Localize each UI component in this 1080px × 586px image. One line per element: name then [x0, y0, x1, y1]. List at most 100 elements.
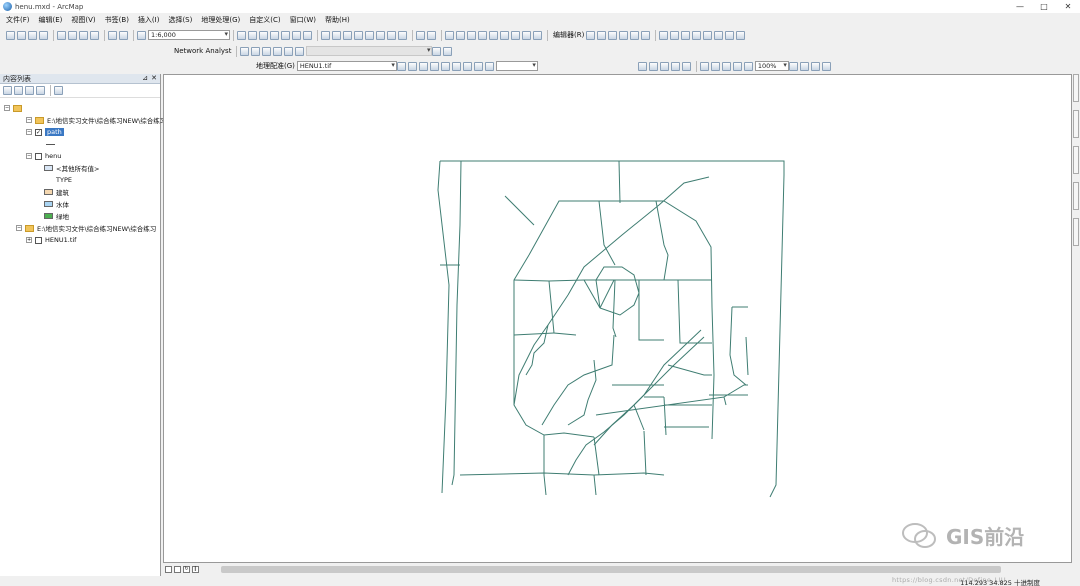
na-create-location-icon[interactable] [251, 46, 261, 56]
straight-segment-icon[interactable] [608, 30, 618, 40]
tool-c-icon[interactable] [659, 61, 669, 71]
measure-icon[interactable] [489, 30, 498, 40]
maximize-button[interactable]: □ [1032, 0, 1056, 13]
tool-a-icon[interactable] [637, 61, 647, 71]
create-features-dock-tab[interactable] [1073, 218, 1079, 246]
menu-windows[interactable]: 窗口(W) [290, 15, 316, 25]
list-by-visibility-icon[interactable] [25, 86, 34, 95]
layout-fixed-in-icon[interactable] [743, 61, 753, 71]
clear-selection-icon[interactable] [427, 30, 436, 40]
menu-view[interactable]: 视图(V) [71, 15, 95, 25]
layer-visibility-checkbox[interactable] [35, 152, 42, 160]
toc-root-row[interactable]: − [4, 103, 25, 113]
toc-folder-row-1[interactable]: − E:\地信实习文件\综合练习NEW\综合练习 [26, 115, 166, 125]
cut-polygons-icon[interactable] [681, 30, 691, 40]
line-symbol[interactable] [46, 143, 55, 145]
toolbox-dock-tab[interactable] [1073, 146, 1079, 174]
search-window-icon[interactable] [270, 30, 279, 40]
menu-edit[interactable]: 编辑(E) [39, 15, 63, 25]
toc-window-icon[interactable] [248, 30, 257, 40]
open-icon[interactable] [17, 30, 26, 40]
layout-view-icon[interactable] [174, 566, 181, 573]
menu-help[interactable]: 帮助(H) [325, 15, 350, 25]
fixed-zoom-out-icon[interactable] [376, 30, 385, 40]
na-build-icon[interactable] [295, 46, 305, 56]
full-extent-icon[interactable] [354, 30, 363, 40]
focus-frame-icon[interactable] [799, 61, 809, 71]
edit-vertices-icon[interactable] [659, 30, 669, 40]
na-properties-icon[interactable] [443, 46, 453, 56]
paste-icon[interactable] [79, 30, 88, 40]
attributes-icon[interactable] [714, 30, 724, 40]
redo-icon[interactable] [119, 30, 128, 40]
editor-toolbar-icon[interactable] [237, 30, 246, 40]
map-view[interactable] [163, 74, 1072, 563]
toc-layer-path[interactable]: − ✓ path [26, 127, 64, 137]
route-icon[interactable] [511, 30, 520, 40]
results-dock-tab[interactable] [1073, 182, 1079, 210]
auto-registration-icon[interactable] [484, 61, 494, 71]
zoom-to-link-icon[interactable] [440, 61, 450, 71]
modelbuilder-icon[interactable] [303, 30, 312, 40]
close-icon[interactable]: ✕ [151, 74, 157, 82]
split-icon[interactable] [692, 30, 702, 40]
add-control-points-icon[interactable] [418, 61, 428, 71]
layout-zoom-combo[interactable]: 100% [754, 61, 789, 71]
undo-icon[interactable] [108, 30, 117, 40]
toggle-draft-icon[interactable] [788, 61, 798, 71]
expand-icon[interactable]: + [26, 237, 32, 243]
viewer-window-icon[interactable] [533, 30, 542, 40]
layout-zoom-out-icon[interactable] [710, 61, 720, 71]
green-swatch[interactable] [44, 213, 53, 219]
find-icon[interactable] [500, 30, 509, 40]
water-swatch[interactable] [44, 201, 53, 207]
toc-options-icon[interactable] [54, 86, 63, 95]
layer-label-path[interactable]: path [45, 128, 64, 136]
delete-icon[interactable] [90, 30, 99, 40]
link-table-icon[interactable] [462, 61, 472, 71]
trace-icon[interactable] [630, 30, 640, 40]
map-scale-combo[interactable]: 1:6,000 [148, 30, 230, 40]
copy-icon[interactable] [68, 30, 77, 40]
select-link-icon[interactable] [429, 61, 439, 71]
list-by-selection-icon[interactable] [36, 86, 45, 95]
toc-folder-row-2[interactable]: − E:\地信实习文件\综合练习NEW\综合练习 [16, 223, 156, 233]
fixed-zoom-in-icon[interactable] [365, 30, 374, 40]
catalog-dock-tab[interactable] [1073, 74, 1079, 102]
na-directions-icon[interactable] [284, 46, 294, 56]
network-analyst-menu[interactable]: Network Analyst [174, 47, 231, 55]
toc-layer-henu1[interactable]: + HENU1.tif [26, 235, 76, 245]
list-by-source-icon[interactable] [14, 86, 23, 95]
editor-menu-label[interactable]: 编辑器(R) [553, 30, 584, 40]
add-data-icon[interactable] [137, 30, 146, 40]
arctoolbox-icon[interactable] [281, 30, 290, 40]
save-icon[interactable] [28, 30, 37, 40]
scrollbar-thumb[interactable] [221, 566, 1001, 573]
end-point-arc-icon[interactable] [619, 30, 629, 40]
edit-tool-icon[interactable] [586, 30, 596, 40]
delete-link-icon[interactable] [451, 61, 461, 71]
na-solve-icon[interactable] [273, 46, 283, 56]
na-window-icon[interactable] [240, 46, 250, 56]
sketch-properties-icon[interactable] [725, 30, 735, 40]
select-elements-icon[interactable] [445, 30, 454, 40]
search-dock-tab[interactable] [1073, 110, 1079, 138]
legend-swatch[interactable] [44, 165, 53, 171]
html-popup-icon[interactable] [478, 30, 487, 40]
georeferencing-menu[interactable]: 地理配准(G) [256, 61, 295, 71]
minimize-button[interactable]: — [1008, 0, 1032, 13]
menu-geoprocessing[interactable]: 地理处理(G) [201, 15, 240, 25]
list-by-drawing-order-icon[interactable] [3, 86, 12, 95]
create-features-icon[interactable] [736, 30, 746, 40]
layer-label-henu[interactable]: henu [45, 152, 61, 160]
data-driven-pages-icon[interactable] [821, 61, 831, 71]
reshape-icon[interactable] [670, 30, 680, 40]
na-select-move-icon[interactable] [262, 46, 272, 56]
menu-selection[interactable]: 选择(S) [168, 15, 192, 25]
zoom-in-icon[interactable] [321, 30, 330, 40]
menu-customize[interactable]: 自定义(C) [249, 15, 280, 25]
forward-extent-icon[interactable] [398, 30, 407, 40]
layout-full-icon[interactable] [732, 61, 742, 71]
layer-visibility-checkbox[interactable]: ✓ [35, 128, 42, 136]
georef-input-field[interactable] [495, 61, 538, 71]
